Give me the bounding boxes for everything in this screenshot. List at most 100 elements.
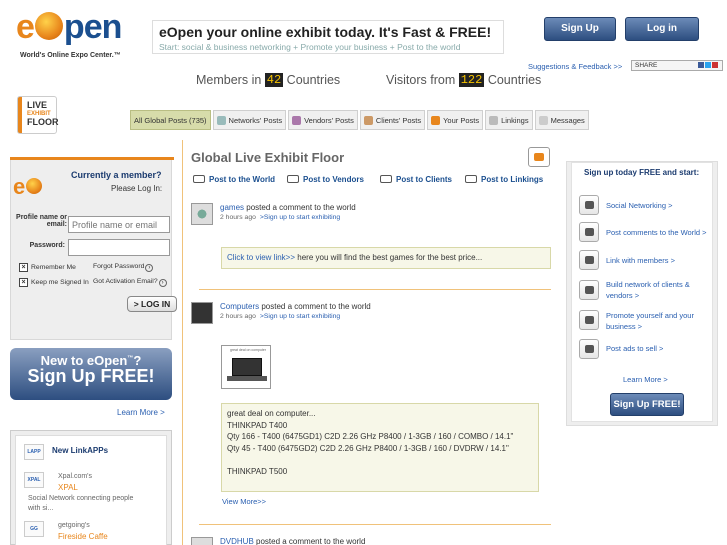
- arrow-icon: ›: [145, 264, 154, 272]
- post-image-thumbnail[interactable]: great deal on computer: [221, 345, 271, 389]
- post-to-world-button[interactable]: Post to the World: [193, 175, 275, 184]
- post-divider: [199, 289, 551, 290]
- app-name-link[interactable]: XPAL: [58, 483, 78, 492]
- headline-title: eOpen your online exhibit today. It's Fa…: [159, 24, 492, 40]
- post-meta: 2 hours ago >Sign up to start exhibiting: [220, 214, 341, 221]
- feature-build-network-link[interactable]: Build network of clients & vendors >: [606, 279, 714, 301]
- tab-messages[interactable]: Messages: [534, 110, 589, 130]
- getgoing-app-icon[interactable]: GG: [24, 521, 44, 537]
- tab-vendors-posts[interactable]: Vendors' Posts: [288, 110, 358, 130]
- remember-label: Remember Me: [31, 264, 76, 271]
- linkapps-icon: LAPP: [24, 444, 44, 460]
- visitors-stat: Visitors from 122 Countries: [386, 73, 542, 87]
- post-to-clients-button[interactable]: Post to Clients: [380, 175, 452, 184]
- envelope-icon: [538, 115, 548, 125]
- post-meta: 2 hours ago >Sign up to start exhibiting: [220, 313, 341, 320]
- post-user-link[interactable]: Computers: [220, 302, 259, 311]
- vendor-icon: [292, 115, 302, 125]
- feature-post-world-link[interactable]: Post comments to the World >: [606, 227, 714, 238]
- view-more-link[interactable]: View More>>: [222, 497, 266, 506]
- post-user-link[interactable]: DVDHUB: [220, 537, 254, 545]
- avatar[interactable]: [191, 537, 213, 545]
- profile-input[interactable]: [68, 216, 170, 233]
- view-link[interactable]: Click to view link>>: [227, 253, 295, 262]
- linkapps-title: New LinkAPPs: [52, 446, 109, 455]
- remember-checkbox[interactable]: ×: [19, 263, 28, 272]
- logo-wordmark: e pen: [16, 8, 122, 46]
- avatar[interactable]: [191, 302, 213, 324]
- members-stat: Members in 42 Countries: [196, 73, 341, 87]
- world-post-icon: [579, 222, 599, 242]
- post-title: Computers posted a comment to the world: [220, 302, 371, 311]
- suggestions-link[interactable]: Suggestions & Feedback >>: [528, 62, 622, 71]
- tab-networks-posts[interactable]: Networks' Posts: [212, 110, 287, 130]
- app-owner: Xpal.com's: [58, 473, 93, 480]
- tab-linkings[interactable]: Linkings: [485, 110, 533, 130]
- feed-tabs: All Global Posts (735) Networks' Posts V…: [130, 110, 591, 130]
- app-description-more: with si...: [28, 505, 54, 512]
- your-posts-icon: [431, 115, 441, 125]
- feature-link-members-link[interactable]: Link with members >: [606, 255, 714, 266]
- feed-title: Global Live Exhibit Floor: [191, 150, 345, 165]
- password-label: Password:: [29, 242, 65, 249]
- signup-exhibit-link[interactable]: >Sign up to start exhibiting: [260, 313, 340, 320]
- app-owner: getgoing's: [58, 522, 90, 529]
- tab-your-posts[interactable]: Your Posts: [427, 110, 484, 130]
- keep-signed-in-checkbox[interactable]: ×: [19, 278, 28, 287]
- learn-more-link[interactable]: Learn More >: [117, 408, 165, 417]
- profile-label: Profile name or email:: [16, 214, 67, 228]
- post-content: Click to view link>> here you will find …: [221, 247, 551, 269]
- logo-tagline: World's Online Expo Center.™: [20, 52, 121, 59]
- tab-clients-posts[interactable]: Clients' Posts: [359, 110, 426, 130]
- app-description: Social Network connecting people: [28, 495, 134, 502]
- signup-exhibit-link[interactable]: >Sign up to start exhibiting: [260, 214, 340, 221]
- speech-bubble-icon: [193, 175, 205, 183]
- speech-bubble-icon: [287, 175, 299, 183]
- signup-free-button[interactable]: Sign Up FREE!: [610, 393, 684, 416]
- activation-email-link[interactable]: Got Activation Email? ›: [93, 278, 167, 287]
- post-content: great deal on computer... THINKPAD T400 …: [221, 403, 539, 492]
- laptop-image: [227, 358, 267, 381]
- network-icon: [216, 115, 226, 125]
- visitors-counter: 122: [458, 73, 485, 87]
- eopen-mini-logo: e: [13, 174, 53, 204]
- network-clients-icon: [579, 280, 599, 300]
- post-user-link[interactable]: games: [220, 203, 244, 212]
- login-submit-button[interactable]: > LOG IN: [127, 296, 177, 312]
- login-button[interactable]: Log in: [625, 17, 699, 41]
- feature-post-ads-link[interactable]: Post ads to sell >: [606, 343, 714, 354]
- link-members-icon: [579, 250, 599, 270]
- feature-social-networking-link[interactable]: Social Networking >: [606, 200, 714, 211]
- xpal-app-icon[interactable]: XPAL: [24, 472, 44, 488]
- post-to-vendors-button[interactable]: Post to Vendors: [287, 175, 364, 184]
- lock-icon: [363, 115, 373, 125]
- post-to-linkings-button[interactable]: Post to Linkings: [465, 175, 543, 184]
- password-input[interactable]: [68, 239, 170, 256]
- exhibit-floor-icon[interactable]: [528, 147, 550, 167]
- forgot-password-link[interactable]: Forgot Password ›: [93, 263, 154, 272]
- signup-benefits-panel: Sign up today FREE and start: Social Net…: [566, 161, 718, 426]
- login-panel: e Currently a member? Please Log In: Pro…: [10, 157, 177, 340]
- live-exhibit-feed: Global Live Exhibit Floor Post to the Wo…: [182, 140, 552, 545]
- members-counter: 42: [264, 73, 284, 87]
- arrow-icon: ›: [158, 279, 167, 287]
- social-network-icon: [579, 195, 599, 215]
- speech-bubble-icon: [465, 175, 477, 183]
- avatar[interactable]: [191, 203, 213, 225]
- new-to-eopen-signup-banner[interactable]: New to eOpen™? Sign Up FREE!: [10, 348, 172, 400]
- headline-banner: eOpen your online exhibit today. It's Fa…: [152, 20, 504, 54]
- signup-button[interactable]: Sign Up FREE!: [544, 17, 616, 56]
- learn-more-link[interactable]: Learn More >: [623, 375, 668, 384]
- live-exhibit-floor-icon: LIVE EXHIBIT FLOOR: [17, 96, 59, 134]
- app-name-link[interactable]: Fireside Caffe: [58, 532, 108, 541]
- eopen-logo[interactable]: e pen World's Online Expo Center.™: [16, 4, 144, 64]
- share-button[interactable]: SHARE: [631, 60, 723, 71]
- share-label: SHARE: [635, 62, 658, 69]
- promote-icon: [579, 310, 599, 330]
- keep-signed-in-label: Keep me Signed In: [31, 279, 89, 286]
- speech-bubble-icon: [380, 175, 392, 183]
- feature-promote-link[interactable]: Promote yourself and your business >: [606, 310, 714, 332]
- signup-panel-heading: Sign up today FREE and start:: [584, 168, 700, 177]
- link-icon: [489, 115, 499, 125]
- tab-all-global-posts[interactable]: All Global Posts (735): [130, 110, 211, 130]
